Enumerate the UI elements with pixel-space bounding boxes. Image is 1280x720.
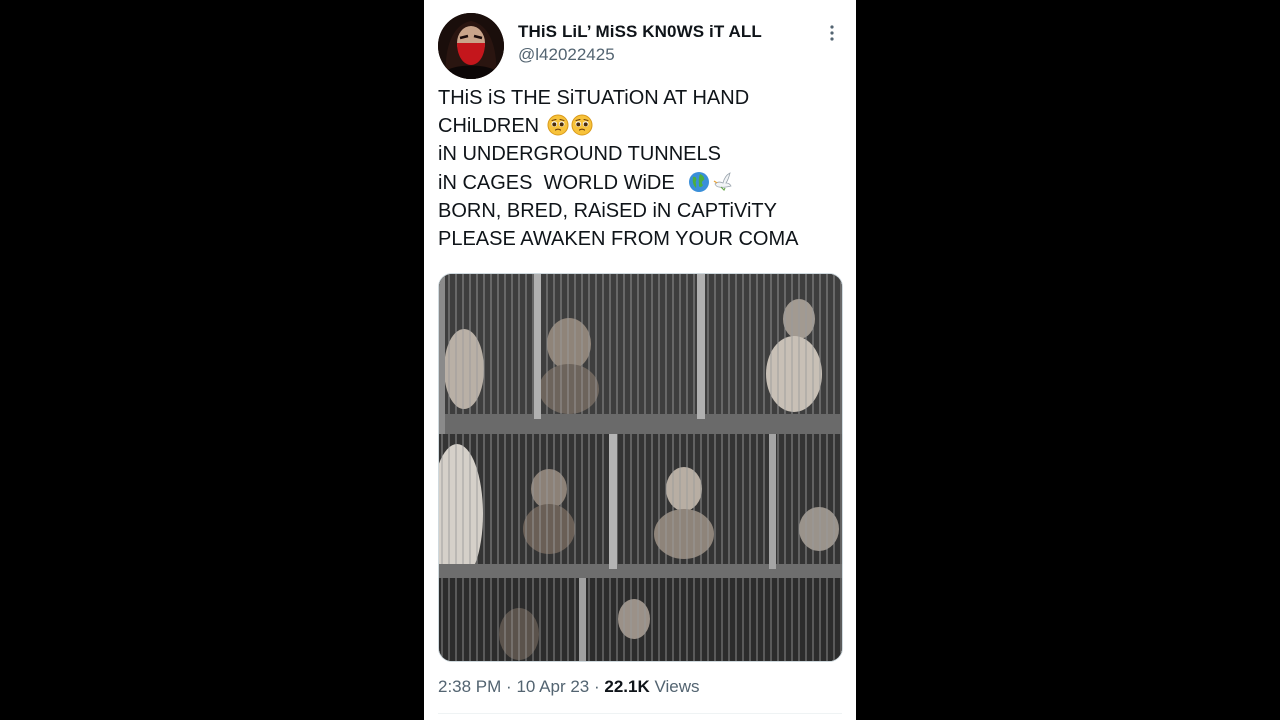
tweet-card[interactable]: THiS LiL’ MiSS KN0WS iT ALL @l42022425 T… [424, 0, 856, 720]
avatar[interactable] [438, 13, 504, 79]
views-count: 22.1K [604, 677, 650, 696]
tweet-date-link[interactable]: 10 Apr 23 [516, 677, 589, 696]
tweet-date: 10 Apr 23 [516, 677, 590, 696]
tweet-text-line: iN UNDERGROUND TUNNELS [438, 143, 721, 166]
tweet-text-line: PLEASE AWAKEN FROM YOUR COMA [438, 228, 799, 251]
views-link[interactable]: 22.1K Views [604, 677, 699, 696]
tweet-time: 2:38 PM [438, 677, 502, 696]
tweet-text-line: BORN, BRED, RAiSED iN CAPTiViTY [438, 199, 777, 222]
author-handle[interactable]: @l42022425 [518, 45, 615, 65]
tweet-text-line: CHiLDREN [438, 112, 842, 140]
globe-emoji [688, 171, 709, 192]
divider [438, 713, 842, 714]
tweet-photo[interactable] [438, 273, 843, 662]
pleading-face-emoji [571, 114, 593, 136]
views-label: Views [654, 677, 700, 696]
more-options-icon[interactable] [824, 24, 840, 42]
video-frame: THiS LiL’ MiSS KN0WS iT ALL @l42022425 T… [0, 0, 1280, 720]
meta-separator: · [506, 677, 512, 696]
tweet-meta: 2:38 PM · 10 Apr 23 · 22.1K Views [438, 677, 700, 697]
meta-separator: · [593, 677, 600, 696]
tweet-text: THiS iS THE SiTUATiON AT HAND CHiLDREN i… [438, 84, 842, 253]
tweet-text-line: iN CAGES WORLD WiDE [438, 169, 842, 197]
tweet-text-line: THiS iS THE SiTUATiON AT HAND [438, 87, 750, 109]
author-display-name[interactable]: THiS LiL’ MiSS KN0WS iT ALL [518, 22, 762, 42]
dove-emoji [713, 171, 732, 191]
tweet-timestamp-link[interactable]: 2:38 PM [438, 677, 501, 696]
pleading-face-emoji [547, 114, 569, 136]
